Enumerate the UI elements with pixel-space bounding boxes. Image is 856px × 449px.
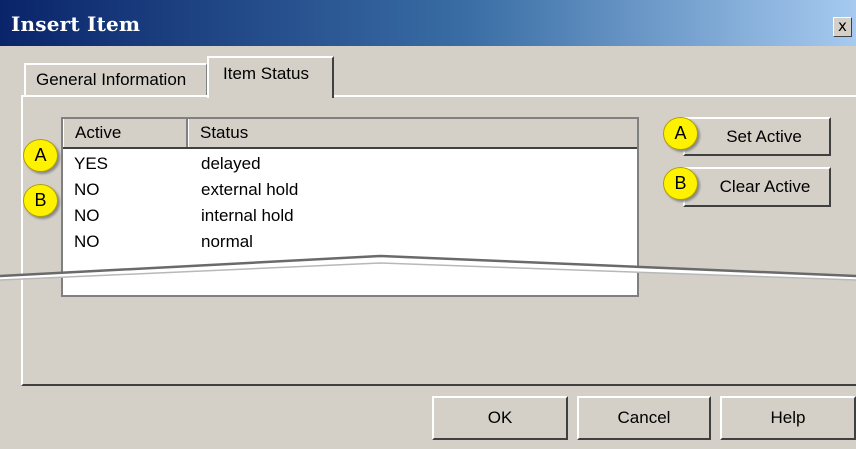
callout-a-button-badge: A — [663, 117, 698, 150]
column-header-status[interactable]: Status — [188, 119, 637, 147]
list-header: Active Status — [63, 119, 637, 149]
tab-general-information[interactable]: General Information — [24, 63, 207, 95]
title-bar: Insert Item x — [0, 0, 856, 46]
window-title: Insert Item — [11, 12, 141, 36]
list-row[interactable]: NO external hold — [63, 177, 637, 203]
row-active-value: NO — [74, 206, 100, 225]
close-icon[interactable]: x — [833, 17, 852, 37]
list-rows: YES delayed NO external hold NO internal… — [63, 151, 637, 255]
column-header-active[interactable]: Active — [63, 119, 188, 147]
row-status-value: delayed — [201, 154, 261, 173]
insert-item-dialog: Insert Item x General Information Item S… — [0, 0, 856, 449]
list-row[interactable]: YES delayed — [63, 151, 637, 177]
callout-b-button-badge: B — [663, 167, 698, 200]
list-row[interactable]: NO internal hold — [63, 203, 637, 229]
callout-a-badge: A — [23, 139, 58, 172]
torn-edge-divider — [0, 254, 856, 281]
row-status-value: external hold — [201, 180, 299, 199]
cancel-button[interactable]: Cancel — [577, 396, 711, 440]
help-button[interactable]: Help — [720, 396, 856, 440]
ok-button[interactable]: OK — [432, 396, 568, 440]
clear-active-button[interactable]: Clear Active — [683, 167, 831, 207]
row-status-value: internal hold — [201, 206, 294, 225]
row-active-value: NO — [74, 180, 100, 199]
row-active-value: YES — [74, 154, 109, 173]
tab-item-status[interactable]: Item Status — [207, 56, 334, 98]
callout-b-badge: B — [23, 184, 58, 217]
set-active-button[interactable]: Set Active — [683, 117, 831, 156]
